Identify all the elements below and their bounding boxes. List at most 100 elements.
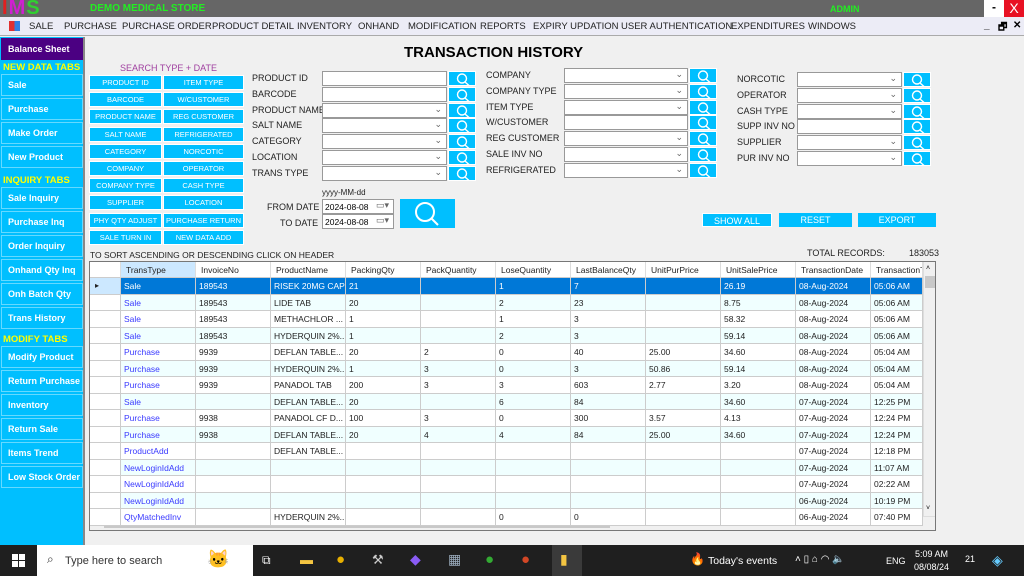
table-cell-transactiont[interactable]: 07:40 PM — [871, 509, 923, 526]
balance-sheet-button[interactable]: Balance Sheet — [1, 38, 83, 60]
table-cell-losequantity[interactable] — [496, 492, 571, 509]
filter-dropdown-pur-inv-no[interactable]: ⌄ — [797, 151, 902, 166]
clock-time[interactable]: 5:09 AM — [915, 549, 948, 559]
table-cell-unitpurprice[interactable] — [646, 294, 721, 311]
table-cell-packquantity[interactable]: 4 — [421, 426, 496, 443]
table-cell-unitpurprice[interactable] — [646, 476, 721, 493]
row-selector[interactable] — [90, 492, 121, 509]
table-cell-productname[interactable]: DEFLAN TABLE... — [271, 344, 346, 361]
transaction-grid[interactable]: ˄ ˅ ‹ › TransTypeInvoiceNoProductNamePac… — [89, 261, 936, 531]
table-cell-losequantity[interactable]: 0 — [496, 360, 571, 377]
table-cell-packingqty[interactable]: 1 — [346, 327, 421, 344]
table-cell-unitpurprice[interactable] — [646, 327, 721, 344]
filter-dropdown-salt-name[interactable]: ⌄ — [322, 118, 447, 134]
search-type-item-type[interactable]: ITEM TYPE — [163, 75, 244, 90]
table-cell-transtype[interactable]: Purchase — [121, 426, 196, 443]
menu-expiry-updation[interactable]: EXPIRY UPDATION — [533, 21, 619, 32]
table-cell-lastbalanceqty[interactable]: 84 — [571, 393, 646, 410]
table-cell-packquantity[interactable]: 2 — [421, 344, 496, 361]
row-selector[interactable] — [90, 327, 121, 344]
table-cell-unitpurprice[interactable] — [646, 393, 721, 410]
search-type-operator[interactable]: OPERATOR — [163, 161, 244, 176]
table-cell-unitsaleprice[interactable]: 8.75 — [721, 294, 796, 311]
table-cell-lastbalanceqty[interactable] — [571, 476, 646, 493]
powerpoint-icon[interactable]: ● — [521, 551, 530, 568]
search-button[interactable] — [689, 99, 717, 115]
sidebar-item-new-product[interactable]: New Product — [1, 146, 83, 168]
table-cell-invoiceno[interactable]: 9938 — [196, 410, 271, 427]
table-cell-transtype[interactable]: Sale — [121, 393, 196, 410]
table-cell-transactiondate[interactable]: 07-Aug-2024 — [796, 443, 871, 460]
table-cell-transactiont[interactable]: 12:25 PM — [871, 393, 923, 410]
column-header-transactiondate[interactable]: TransactionDate — [796, 262, 871, 278]
table-cell-packquantity[interactable] — [421, 476, 496, 493]
row-selector[interactable] — [90, 443, 121, 460]
row-selector[interactable] — [90, 344, 121, 361]
search-type-category[interactable]: CATEGORY — [89, 143, 162, 159]
filter-dropdown-product-name[interactable]: ⌄ — [322, 102, 447, 118]
filter-dropdown-company[interactable]: ⌄ — [564, 68, 688, 83]
mdi-minimize-button[interactable]: _ — [984, 20, 990, 31]
chevron-down-icon[interactable]: ⌄ — [675, 132, 683, 143]
search-type-cash-type[interactable]: CASH TYPE — [163, 178, 244, 194]
table-cell-transactiondate[interactable]: 08-Aug-2024 — [796, 377, 871, 394]
chevron-down-icon[interactable]: ⌄ — [889, 73, 897, 84]
table-cell-transactiondate[interactable]: 07-Aug-2024 — [796, 410, 871, 427]
menu-windows[interactable]: WINDOWS — [808, 21, 856, 32]
column-header-unitpurprice[interactable]: UnitPurPrice — [646, 262, 721, 278]
table-cell-invoiceno[interactable] — [196, 492, 271, 509]
table-cell-losequantity[interactable] — [496, 476, 571, 493]
to-date-picker[interactable]: 2024-08-08 ▭▾ — [322, 214, 394, 229]
search-type-company[interactable]: COMPANY — [89, 161, 162, 176]
table-cell-unitsaleprice[interactable] — [721, 509, 796, 526]
chevron-down-icon[interactable]: ⌄ — [889, 105, 897, 116]
table-cell-packingqty[interactable]: 200 — [346, 377, 421, 394]
table-cell-invoiceno[interactable] — [196, 476, 271, 493]
menu-product-detail[interactable]: PRODUCT DETAIL — [212, 21, 294, 32]
table-cell-packingqty[interactable] — [346, 476, 421, 493]
filter-input-supp-inv-no[interactable] — [797, 119, 902, 135]
row-selector[interactable] — [90, 311, 121, 328]
mdi-restore-button[interactable]: 🗗 — [998, 20, 1007, 37]
todays-events[interactable]: Today's events — [708, 555, 777, 567]
menu-expenditures[interactable]: EXPENDITURES — [731, 21, 805, 32]
table-cell-transactiont[interactable]: 12:24 PM — [871, 426, 923, 443]
scroll-down-icon[interactable]: ˅ — [926, 505, 930, 512]
filter-dropdown-trans-type[interactable]: ⌄ — [322, 165, 447, 181]
table-cell-transtype[interactable]: Sale — [121, 327, 196, 344]
table-cell-lastbalanceqty[interactable]: 40 — [571, 344, 646, 361]
table-cell-packquantity[interactable] — [421, 459, 496, 476]
table-cell-unitsaleprice[interactable]: 58.32 — [721, 311, 796, 328]
table-cell-transactiondate[interactable]: 07-Aug-2024 — [796, 476, 871, 493]
table-cell-productname[interactable]: PANADOL TAB — [271, 377, 346, 394]
table-cell-lastbalanceqty[interactable]: 3 — [571, 327, 646, 344]
search-button[interactable] — [689, 162, 717, 178]
table-cell-packquantity[interactable] — [421, 327, 496, 344]
table-cell-unitsaleprice[interactable]: 59.14 — [721, 360, 796, 377]
table-cell-invoiceno[interactable]: 9938 — [196, 426, 271, 443]
column-header-invoiceno[interactable]: InvoiceNo — [196, 262, 271, 278]
table-cell-transactiont[interactable]: 05:06 AM — [871, 278, 923, 295]
search-button[interactable] — [903, 72, 931, 87]
filter-dropdown-norcotic[interactable]: ⌄ — [797, 72, 902, 87]
filter-input-product-id[interactable] — [322, 71, 447, 86]
table-cell-unitsaleprice[interactable]: 34.60 — [721, 344, 796, 361]
search-type-norcotic[interactable]: NORCOTIC — [163, 143, 244, 159]
table-cell-losequantity[interactable]: 4 — [496, 426, 571, 443]
table-cell-unitpurprice[interactable] — [646, 311, 721, 328]
table-cell-transactiont[interactable]: 05:06 AM — [871, 294, 923, 311]
chevron-down-icon[interactable]: ⌄ — [434, 135, 442, 146]
menu-onhand[interactable]: ONHAND — [358, 21, 399, 32]
table-cell-packingqty[interactable]: 20 — [346, 344, 421, 361]
chevron-down-icon[interactable]: ⌄ — [675, 164, 683, 175]
mdi-close-button[interactable]: ✕ — [1013, 20, 1021, 31]
table-cell-transactiondate[interactable]: 07-Aug-2024 — [796, 459, 871, 476]
table-cell-losequantity[interactable]: 6 — [496, 393, 571, 410]
row-selector[interactable] — [90, 476, 121, 493]
table-cell-unitpurprice[interactable] — [646, 278, 721, 295]
table-cell-losequantity[interactable]: 0 — [496, 410, 571, 427]
table-cell-transtype[interactable]: Sale — [121, 294, 196, 311]
chevron-down-icon[interactable]: ⌄ — [675, 101, 683, 112]
chevron-down-icon[interactable]: ⌄ — [675, 148, 683, 159]
table-cell-packingqty[interactable] — [346, 459, 421, 476]
